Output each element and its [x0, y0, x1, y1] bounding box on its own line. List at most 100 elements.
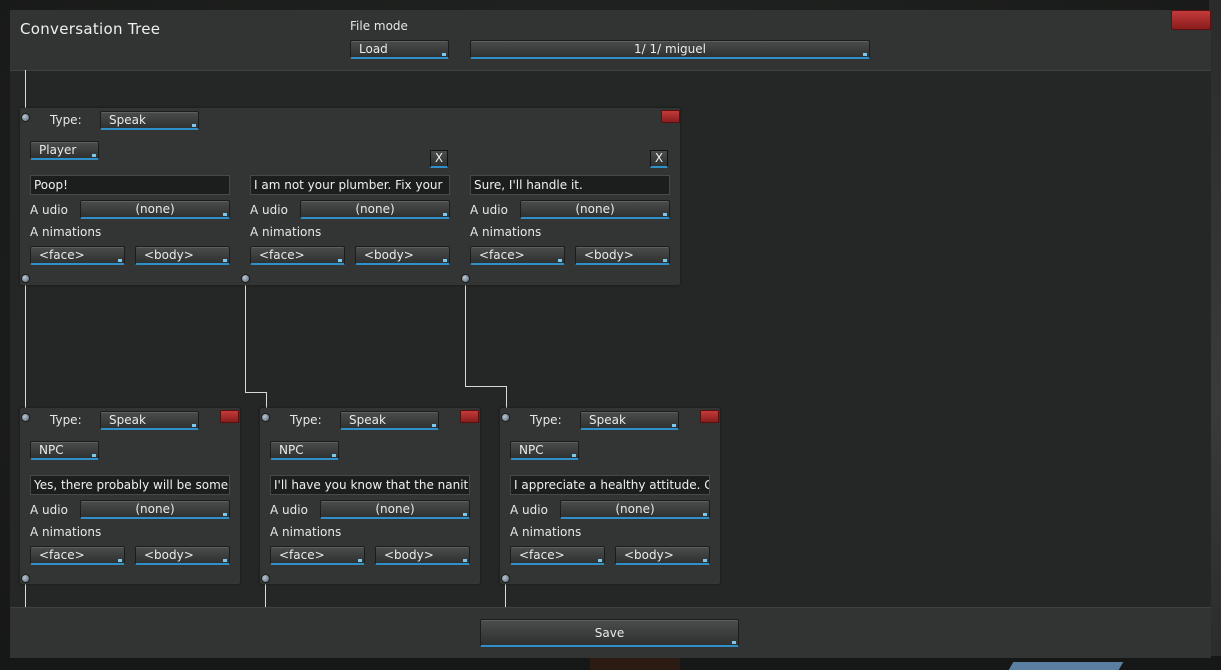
- output-connector[interactable]: [21, 274, 30, 283]
- audio-dropdown[interactable]: (none): [520, 200, 670, 219]
- animations-label: A nimations: [470, 225, 542, 239]
- delete-node-button[interactable]: [700, 410, 719, 423]
- animations-label: A nimations: [510, 525, 582, 539]
- body-animation-dropdown[interactable]: <body>: [615, 546, 710, 565]
- audio-dropdown[interactable]: (none): [80, 200, 230, 219]
- animations-label: A nimations: [250, 225, 322, 239]
- input-connector[interactable]: [21, 113, 30, 122]
- speaker-dropdown[interactable]: Player: [30, 141, 99, 160]
- response-text-field[interactable]: Sure, I'll handle it.: [470, 175, 670, 195]
- body-animation-dropdown[interactable]: <body>: [375, 546, 470, 565]
- input-connector[interactable]: [261, 413, 270, 422]
- conversation-tree-window: Conversation Tree File mode Load 1/ 1/ m…: [10, 10, 1211, 658]
- type-dropdown[interactable]: Speak: [580, 411, 679, 430]
- audio-value: (none): [135, 502, 175, 516]
- audio-label: A udio: [30, 203, 68, 217]
- face-animation-dropdown[interactable]: <face>: [30, 546, 125, 565]
- input-connector[interactable]: [21, 413, 30, 422]
- body-value: <body>: [364, 248, 414, 262]
- speaker-dropdown[interactable]: NPC: [270, 441, 339, 460]
- audio-label: A udio: [250, 203, 288, 217]
- npc-dialogue-node: Type: Speak NPC I'll have you know that …: [260, 408, 480, 584]
- type-dropdown[interactable]: Speak: [340, 411, 439, 430]
- delete-node-button[interactable]: [661, 110, 680, 123]
- body-animation-dropdown[interactable]: <body>: [355, 246, 450, 265]
- response-text-field[interactable]: I'll have you know that the nanites: [270, 475, 470, 495]
- delete-node-button[interactable]: [460, 410, 479, 423]
- audio-value: (none): [135, 202, 175, 216]
- response-text-field[interactable]: Yes, there probably will be some.: [30, 475, 230, 495]
- response-text-field[interactable]: I appreciate a healthy attitude. Go: [510, 475, 710, 495]
- body-value: <body>: [584, 248, 634, 262]
- output-connector[interactable]: [241, 274, 250, 283]
- speaker-value: NPC: [519, 443, 544, 457]
- audio-label: A udio: [270, 503, 308, 517]
- connector-wire: [25, 282, 26, 412]
- body-value: <body>: [624, 548, 674, 562]
- response-text-field[interactable]: Poop!: [30, 175, 230, 195]
- type-dropdown[interactable]: Speak: [100, 411, 199, 430]
- npc-dialogue-node: Type: Speak NPC Yes, there probably will…: [20, 408, 240, 584]
- type-value: Speak: [349, 413, 386, 427]
- window-titlebar: Conversation Tree File mode Load 1/ 1/ m…: [10, 10, 1211, 71]
- connector-wire: [465, 282, 466, 386]
- output-connector[interactable]: [261, 574, 270, 583]
- remove-response-button[interactable]: X: [430, 150, 448, 168]
- footer-bar: Save: [10, 607, 1211, 658]
- type-value: Speak: [109, 113, 146, 127]
- face-animation-dropdown[interactable]: <face>: [30, 246, 125, 265]
- input-connector[interactable]: [501, 413, 510, 422]
- speaker-dropdown[interactable]: NPC: [30, 441, 99, 460]
- file-mode-dropdown[interactable]: Load: [350, 40, 449, 59]
- audio-dropdown[interactable]: (none): [300, 200, 450, 219]
- audio-value: (none): [575, 202, 615, 216]
- delete-node-button[interactable]: [220, 410, 239, 423]
- audio-label: A udio: [30, 503, 68, 517]
- file-select-dropdown[interactable]: 1/ 1/ miguel: [470, 40, 870, 59]
- body-animation-dropdown[interactable]: <body>: [135, 246, 230, 265]
- body-value: <body>: [144, 548, 194, 562]
- background-brown-strip: [590, 658, 680, 670]
- audio-value: (none): [375, 502, 415, 516]
- connector-wire: [245, 282, 246, 392]
- speaker-value: NPC: [279, 443, 304, 457]
- type-dropdown[interactable]: Speak: [100, 111, 199, 130]
- save-label: Save: [594, 626, 625, 640]
- body-animation-dropdown[interactable]: <body>: [575, 246, 670, 265]
- file-mode-label: File mode: [350, 19, 408, 33]
- animations-label: A nimations: [30, 225, 102, 239]
- audio-dropdown[interactable]: (none): [80, 500, 230, 519]
- file-select-value: 1/ 1/ miguel: [634, 42, 706, 56]
- face-animation-dropdown[interactable]: <face>: [510, 546, 605, 565]
- connector-wire: [25, 582, 26, 607]
- save-button[interactable]: Save: [480, 619, 739, 647]
- face-value: <face>: [279, 548, 325, 562]
- type-value: Speak: [589, 413, 626, 427]
- face-animation-dropdown[interactable]: <face>: [470, 246, 565, 265]
- animations-label: A nimations: [270, 525, 342, 539]
- output-connector[interactable]: [501, 574, 510, 583]
- audio-dropdown[interactable]: (none): [320, 500, 470, 519]
- face-animation-dropdown[interactable]: <face>: [250, 246, 345, 265]
- output-connector[interactable]: [461, 274, 470, 283]
- background-floor: [0, 656, 1221, 670]
- speaker-value: NPC: [39, 443, 64, 457]
- type-label: Type:: [50, 413, 82, 427]
- close-window-button[interactable]: [1171, 10, 1211, 30]
- face-value: <face>: [39, 548, 85, 562]
- audio-dropdown[interactable]: (none): [560, 500, 710, 519]
- remove-response-button[interactable]: X: [650, 150, 668, 168]
- audio-value: (none): [355, 202, 395, 216]
- body-animation-dropdown[interactable]: <body>: [135, 546, 230, 565]
- speaker-value: Player: [39, 143, 77, 157]
- connector-wire: [505, 582, 506, 607]
- face-animation-dropdown[interactable]: <face>: [270, 546, 365, 565]
- speaker-dropdown[interactable]: NPC: [510, 441, 579, 460]
- connector-wire: [465, 386, 506, 387]
- audio-label: A udio: [510, 503, 548, 517]
- file-mode-value: Load: [359, 42, 388, 56]
- face-value: <face>: [259, 248, 305, 262]
- output-connector[interactable]: [21, 574, 30, 583]
- root-dialogue-node: Type: Speak Player Poop! A udio (none) A…: [20, 108, 680, 285]
- response-text-field[interactable]: I am not your plumber. Fix your: [250, 175, 450, 195]
